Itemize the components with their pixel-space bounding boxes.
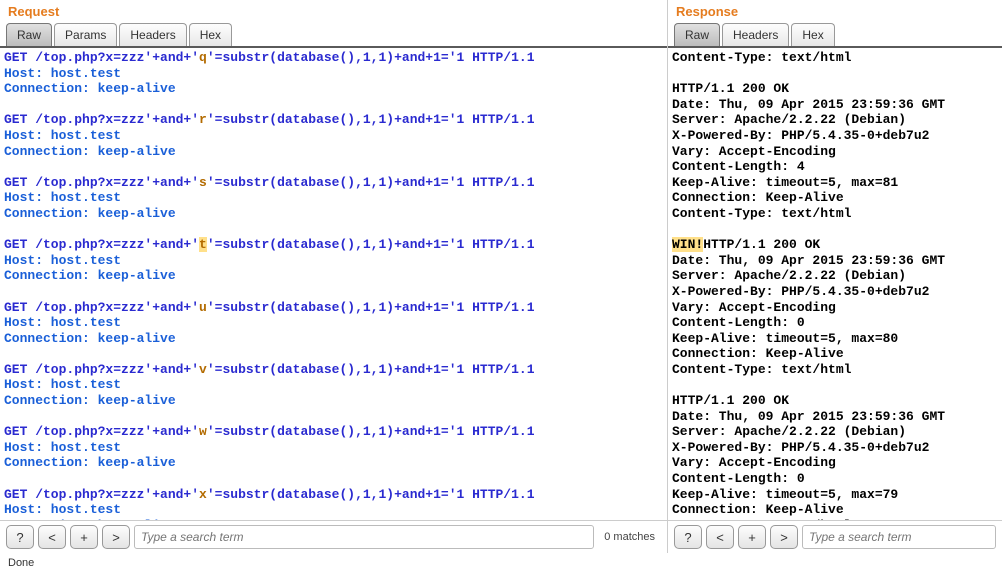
response-tab-raw[interactable]: Raw bbox=[674, 23, 720, 46]
request-prev-button[interactable]: < bbox=[38, 525, 66, 549]
status-bar: Done bbox=[0, 553, 1002, 573]
response-next-button[interactable]: > bbox=[770, 525, 798, 549]
response-prev-button[interactable]: < bbox=[706, 525, 734, 549]
request-tab-params[interactable]: Params bbox=[54, 23, 117, 46]
response-add-button[interactable]: + bbox=[738, 525, 766, 549]
request-tab-headers[interactable]: Headers bbox=[119, 23, 186, 46]
response-tab-headers[interactable]: Headers bbox=[722, 23, 789, 46]
request-add-button[interactable]: + bbox=[70, 525, 98, 549]
response-tab-hex[interactable]: Hex bbox=[791, 23, 834, 46]
response-panel: Response RawHeadersHex Content-Type: tex… bbox=[668, 0, 1002, 553]
request-match-count: 0 matches bbox=[598, 531, 661, 543]
response-tab-row: RawHeadersHex bbox=[668, 21, 1002, 48]
request-tab-row: RawParamsHeadersHex bbox=[0, 21, 667, 48]
request-text-area[interactable]: GET /top.php?x=zzz'+and+'q'=substr(datab… bbox=[0, 48, 667, 520]
request-panel: Request RawParamsHeadersHex GET /top.php… bbox=[0, 0, 668, 553]
request-tab-raw[interactable]: Raw bbox=[6, 23, 52, 46]
response-search-input[interactable] bbox=[802, 525, 996, 549]
request-help-button[interactable]: ? bbox=[6, 525, 34, 549]
response-title: Response bbox=[668, 0, 1002, 21]
request-search-input[interactable] bbox=[134, 525, 594, 549]
response-search-bar: ? < + > bbox=[668, 520, 1002, 553]
request-next-button[interactable]: > bbox=[102, 525, 130, 549]
request-tab-hex[interactable]: Hex bbox=[189, 23, 232, 46]
response-text-area[interactable]: Content-Type: text/html HTTP/1.1 200 OK … bbox=[668, 48, 1002, 520]
request-search-bar: ? < + > 0 matches bbox=[0, 520, 667, 553]
request-title: Request bbox=[0, 0, 667, 21]
response-help-button[interactable]: ? bbox=[674, 525, 702, 549]
